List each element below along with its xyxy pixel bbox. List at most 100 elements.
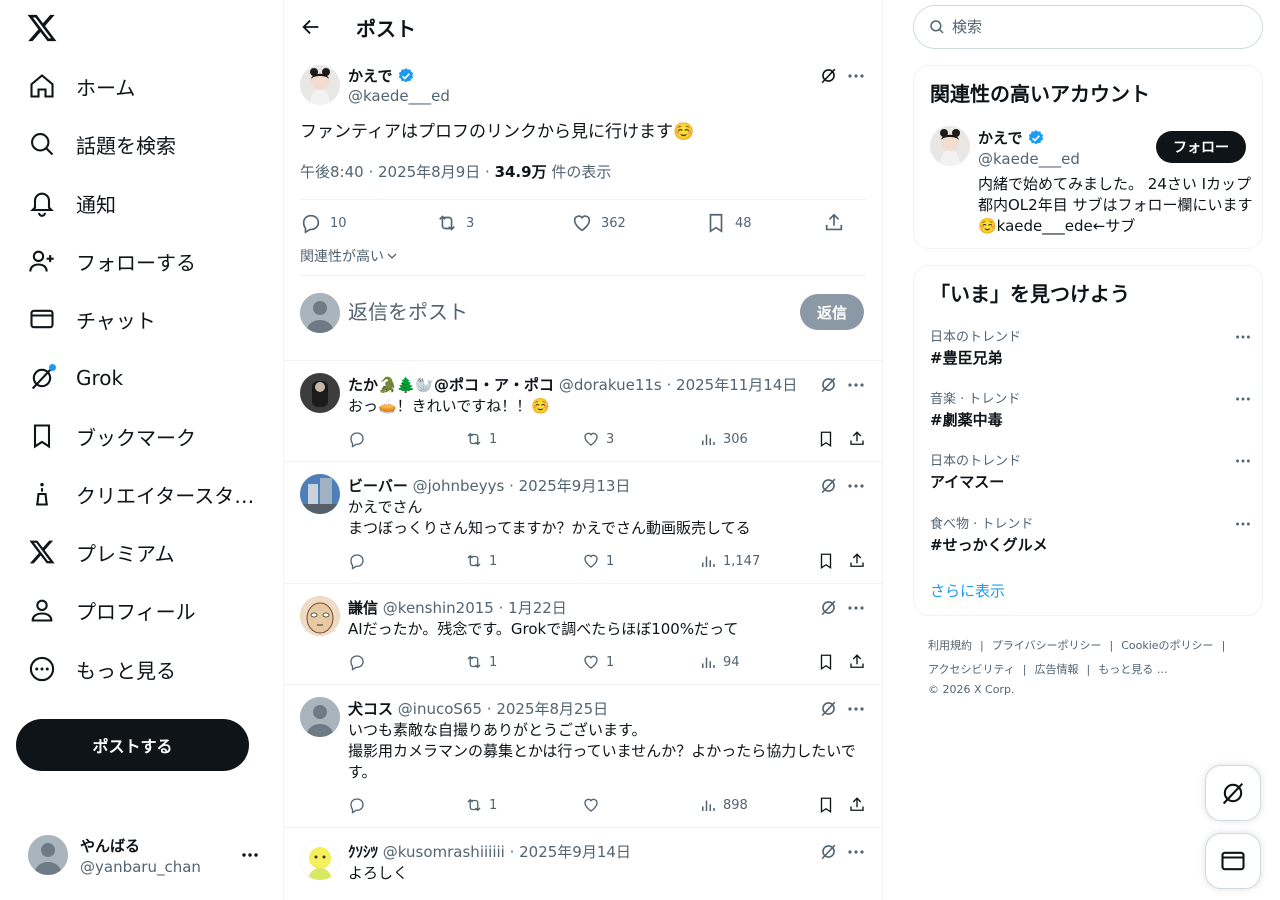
more-horizontal-icon[interactable] [846, 375, 866, 395]
related-account-avatar[interactable] [930, 126, 970, 166]
more-horizontal-icon[interactable] [846, 699, 866, 719]
reply-author-handle[interactable]: @johnbeyys · 2025年9月13日 [413, 477, 631, 495]
nav-grok[interactable]: Grok [12, 353, 139, 403]
footer-cookie-link[interactable]: Cookieのポリシー [1121, 639, 1213, 652]
trend-item[interactable]: 日本のトレンド #豊臣兄弟 [930, 326, 1250, 368]
footer-ads-link[interactable]: 広告情報 [1035, 663, 1079, 676]
grok-icon[interactable] [819, 842, 838, 861]
reply-author-handle[interactable]: @dorakue11s · 2025年11月14日 [559, 376, 798, 394]
repost-action[interactable]: 3 [436, 212, 474, 234]
account-switcher[interactable]: やんばる @yanbaru_chan [16, 822, 272, 888]
trend-item[interactable]: 音楽 · トレンド #劇薬中毒 [930, 388, 1250, 430]
nav-notifications[interactable]: 通知 [12, 178, 132, 228]
bookmark-action[interactable]: 48 [705, 212, 752, 234]
more-horizontal-icon[interactable] [846, 842, 866, 862]
grok-fab-button[interactable] [1205, 765, 1261, 821]
grok-icon[interactable] [819, 699, 838, 718]
views-action[interactable]: 898 [699, 796, 748, 814]
reply-sort-dropdown[interactable]: 関連性が高い [300, 246, 398, 266]
grok-icon[interactable] [819, 476, 838, 495]
more-horizontal-icon[interactable] [1234, 390, 1252, 408]
post-button[interactable]: ポストする [16, 719, 249, 771]
reply-author-name[interactable]: 犬コス [348, 700, 393, 718]
footer-terms-link[interactable]: 利用規約 [928, 639, 972, 652]
show-more-link[interactable]: さらに表示 [930, 580, 1005, 601]
repost-action[interactable]: 1 [465, 653, 497, 671]
post-timestamp[interactable]: 午後8:40 · 2025年8月9日 · [300, 163, 495, 181]
grok-icon[interactable] [819, 375, 838, 394]
messages-fab-button[interactable] [1205, 833, 1261, 889]
bookmark-action[interactable] [817, 430, 841, 448]
like-action[interactable]: 362 [571, 212, 626, 234]
reply-item[interactable]: 犬コス @inucoS65 · 2025年8月25日 いつも素敵な自撮りありがと… [284, 685, 882, 828]
share-action[interactable] [848, 796, 872, 814]
repost-action[interactable]: 1 [465, 552, 497, 570]
reply-author-name[interactable]: ｸｿｼﾂ [348, 843, 378, 861]
post-author-name[interactable]: かえで [348, 65, 415, 86]
nav-creator-studio[interactable]: クリエイタースタジオ [12, 469, 282, 519]
footer-more-link[interactable]: もっと見る … [1098, 663, 1168, 676]
more-horizontal-icon[interactable] [846, 598, 866, 618]
nav-bookmarks[interactable]: ブックマーク [12, 411, 212, 461]
reply-action[interactable] [348, 653, 372, 671]
more-horizontal-icon[interactable] [240, 845, 260, 865]
related-account-name[interactable]: かえで [978, 127, 1045, 148]
share-action[interactable] [848, 430, 872, 448]
reply-author-handle[interactable]: @kenshin2015 · 1月22日 [383, 599, 567, 617]
trend-item[interactable]: 食べ物 · トレンド #せっかくグルメ [930, 513, 1250, 555]
back-arrow-icon[interactable] [300, 16, 322, 38]
views-action[interactable]: 1,147 [699, 552, 760, 570]
reply-button[interactable]: 返信 [800, 294, 864, 330]
views-action[interactable]: 94 [699, 653, 740, 671]
reply-author-name[interactable]: たか🐊🌲🦭@ポコ・ア・ポコ [348, 376, 554, 394]
repost-action[interactable]: 1 [465, 430, 497, 448]
share-action[interactable] [848, 653, 872, 671]
more-horizontal-icon[interactable] [1234, 452, 1252, 470]
footer-accessibility-link[interactable]: アクセシビリティ [928, 663, 1015, 676]
follow-button[interactable]: フォロー [1156, 131, 1246, 163]
repost-action[interactable]: 1 [465, 796, 497, 814]
bookmark-action[interactable] [817, 552, 841, 570]
share-action[interactable] [823, 212, 853, 234]
reply-item[interactable]: ビーバー @johnbeyys · 2025年9月13日 かえでさん まつぼっく… [284, 462, 882, 584]
reply-author-avatar[interactable] [300, 596, 340, 636]
like-action[interactable]: 3 [582, 430, 614, 448]
trend-item[interactable]: 日本のトレンド アイマスー [930, 450, 1250, 492]
reply-action[interactable] [348, 796, 372, 814]
x-logo-icon[interactable] [26, 12, 58, 44]
search-box[interactable] [913, 5, 1263, 49]
like-action[interactable]: 1 [582, 653, 614, 671]
grok-icon[interactable] [819, 66, 838, 85]
related-account-handle[interactable]: @kaede___ed [978, 150, 1080, 168]
post-author-handle[interactable]: @kaede___ed [348, 87, 450, 105]
reply-author-avatar[interactable] [300, 474, 340, 514]
reply-action[interactable]: 10 [300, 212, 347, 234]
reply-author-avatar[interactable] [300, 373, 340, 413]
more-horizontal-icon[interactable] [846, 66, 866, 86]
reply-item[interactable]: 謙信 @kenshin2015 · 1月22日 AIだったか。残念です。Grok… [284, 584, 882, 685]
nav-premium[interactable]: プレミアム [12, 527, 191, 577]
post-author-avatar[interactable] [300, 65, 340, 105]
reply-input[interactable] [348, 296, 788, 328]
reply-author-name[interactable]: ビーバー [348, 477, 408, 495]
like-action[interactable]: 1 [582, 552, 614, 570]
reply-action[interactable] [348, 430, 372, 448]
nav-home[interactable]: ホーム [12, 61, 151, 111]
reply-author-handle[interactable]: @inucoS65 · 2025年8月25日 [398, 700, 608, 718]
more-horizontal-icon[interactable] [1234, 328, 1252, 346]
search-input[interactable] [952, 18, 1252, 36]
nav-profile[interactable]: プロフィール [12, 585, 212, 635]
views-action[interactable]: 306 [699, 430, 748, 448]
reply-author-avatar[interactable] [300, 840, 340, 880]
nav-follow[interactable]: フォローする [12, 236, 212, 286]
nav-more[interactable]: もっと見る [12, 644, 192, 694]
nav-explore[interactable]: 話題を検索 [12, 119, 192, 169]
more-horizontal-icon[interactable] [1234, 515, 1252, 533]
reply-author-handle[interactable]: @kusomrashiiiiii · 2025年9月14日 [383, 843, 631, 861]
reply-item[interactable]: たか🐊🌲🦭@ポコ・ア・ポコ @dorakue11s · 2025年11月14日 … [284, 361, 882, 462]
bookmark-action[interactable] [817, 653, 841, 671]
reply-item[interactable]: ｸｿｼﾂ @kusomrashiiiiii · 2025年9月14日 よろしく [284, 828, 882, 900]
reply-author-avatar[interactable] [300, 697, 340, 737]
grok-icon[interactable] [819, 598, 838, 617]
more-horizontal-icon[interactable] [846, 476, 866, 496]
